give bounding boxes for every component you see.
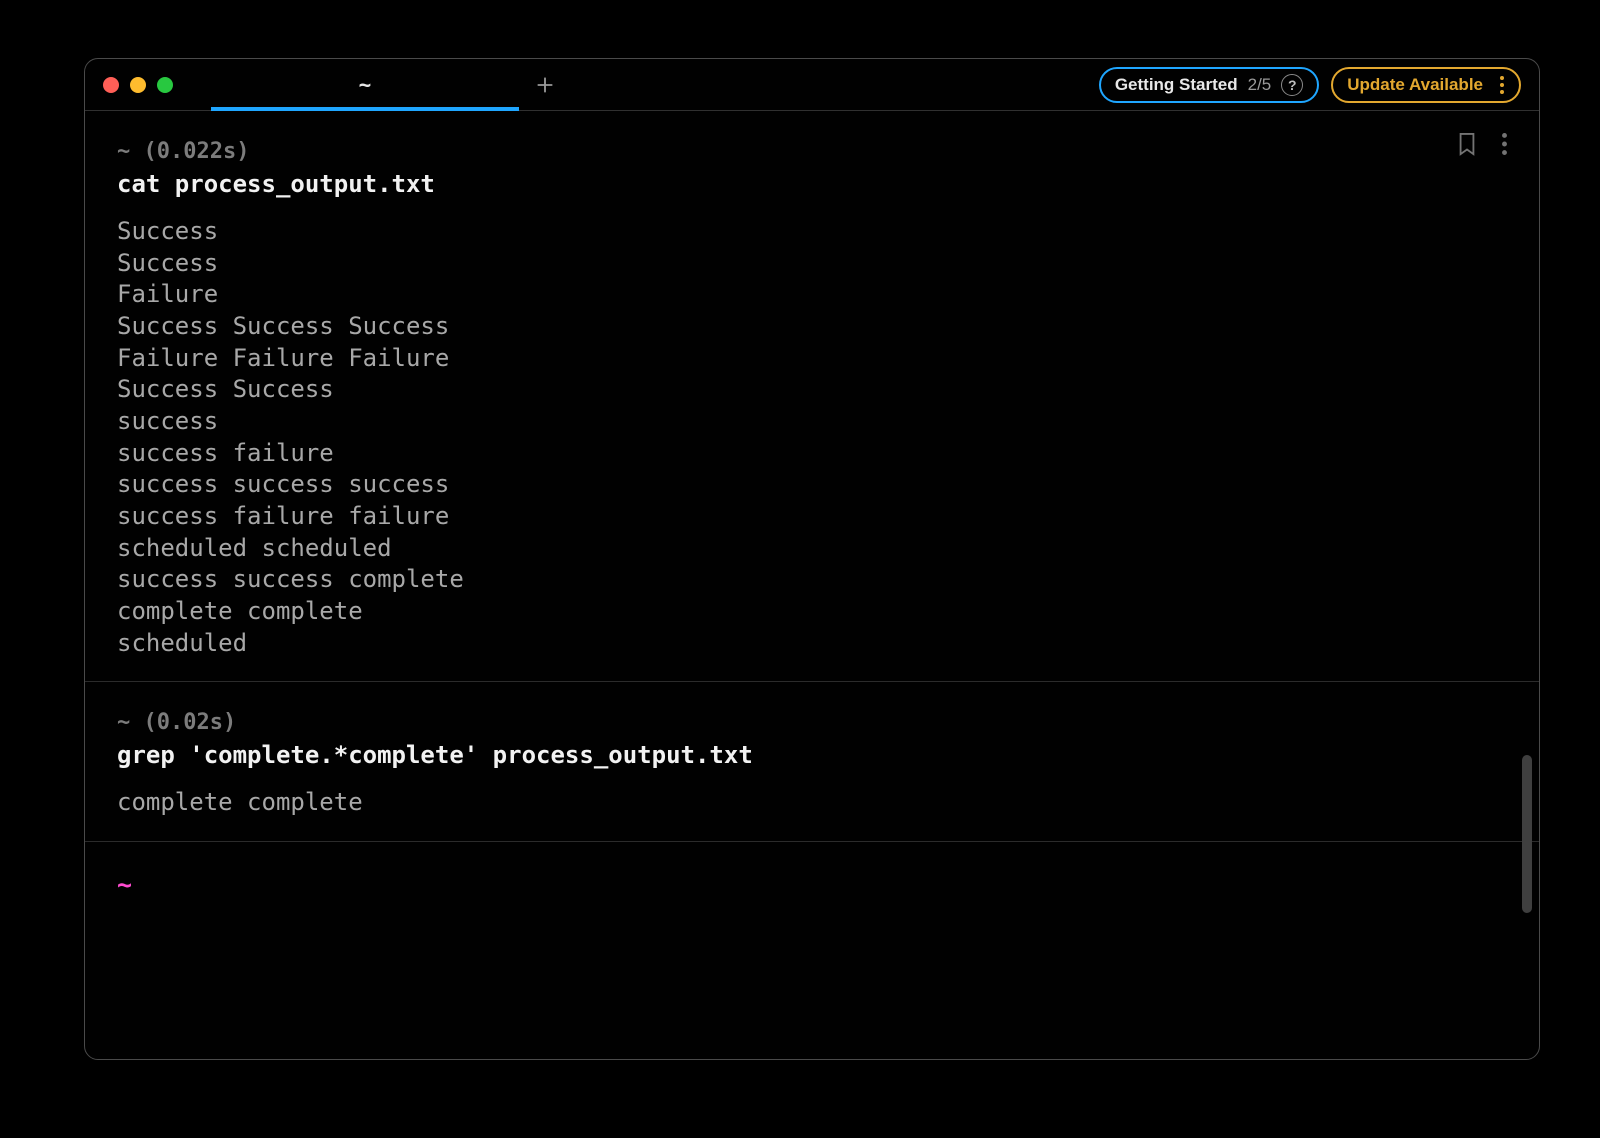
block-actions	[1456, 131, 1507, 157]
tab-strip: ~	[211, 59, 571, 110]
titlebar: ~ Getting Started 2/5 ? Update Available	[85, 59, 1539, 111]
bookmark-icon	[1456, 131, 1478, 157]
tab-home[interactable]: ~	[211, 59, 519, 110]
block-meta: ~ (0.02s)	[117, 710, 1507, 735]
block-output: complete complete	[117, 787, 1507, 819]
bookmark-button[interactable]	[1456, 131, 1478, 157]
close-window-button[interactable]	[103, 77, 119, 93]
titlebar-right: Getting Started 2/5 ? Update Available	[1099, 67, 1539, 103]
block-command: cat process_output.txt	[117, 170, 1507, 198]
terminal-window: ~ Getting Started 2/5 ? Update Available	[84, 58, 1540, 1060]
command-block[interactable]: ~ (0.02s) grep 'complete.*complete' proc…	[85, 682, 1539, 842]
command-block[interactable]: ~ (0.022s) cat process_output.txt Succes…	[85, 111, 1539, 682]
getting-started-count: 2/5	[1248, 75, 1272, 95]
kebab-icon	[1500, 76, 1504, 94]
terminal-content: ~ (0.022s) cat process_output.txt Succes…	[85, 111, 1539, 1059]
maximize-window-button[interactable]	[157, 77, 173, 93]
prompt-block[interactable]: ~	[85, 842, 1539, 927]
prompt-indicator: ~	[117, 870, 132, 899]
getting-started-pill[interactable]: Getting Started 2/5 ?	[1099, 67, 1319, 103]
block-output: Success Success Failure Success Success …	[117, 216, 1507, 659]
tab-title: ~	[359, 73, 372, 97]
block-menu-button[interactable]	[1502, 133, 1507, 155]
block-meta: ~ (0.022s)	[117, 139, 1507, 164]
plus-icon	[535, 75, 555, 95]
scrollbar-thumb[interactable]	[1522, 755, 1532, 913]
kebab-icon	[1502, 133, 1507, 155]
window-controls	[85, 77, 173, 93]
update-available-label: Update Available	[1347, 75, 1483, 95]
getting-started-label: Getting Started	[1115, 75, 1238, 95]
update-available-pill[interactable]: Update Available	[1331, 67, 1521, 103]
update-menu-button[interactable]	[1493, 76, 1511, 94]
help-icon: ?	[1281, 74, 1303, 96]
minimize-window-button[interactable]	[130, 77, 146, 93]
new-tab-button[interactable]	[519, 75, 571, 95]
block-command: grep 'complete.*complete' process_output…	[117, 741, 1507, 769]
